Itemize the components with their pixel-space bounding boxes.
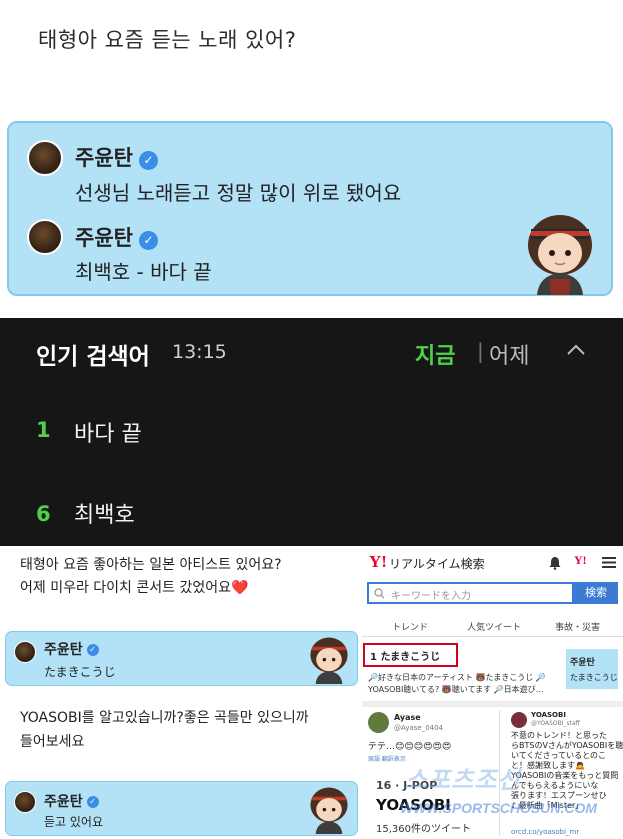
tweet-handle: @Ayase_0404 — [394, 724, 444, 732]
avatar — [27, 219, 63, 255]
tweet-link[interactable]: orcd.co/yoasobi_mr — [511, 828, 579, 836]
menu-icon[interactable] — [602, 556, 616, 569]
reply-card: 주윤탄 ✓ 선생님 노래듣고 정말 많이 위로 됐어요 주윤탄 ✓ 최백호 - 바다… — [7, 121, 613, 296]
tweet-handle: @YOASOBI_staff — [531, 720, 580, 727]
tweet-count: 15,360件のツイート — [376, 824, 471, 835]
question-text: YOASOBI를 알고있습니까?좋은 곡들만 있으니까 — [20, 710, 309, 726]
avatar — [14, 791, 36, 813]
thumb-username: 주윤탄 — [570, 658, 595, 668]
tweet-line: YOASOBIの音楽をもっと質問 — [511, 771, 619, 780]
search-input[interactable]: キーワードを入力 — [367, 582, 574, 604]
trending-word[interactable]: 바다 끝 — [74, 416, 142, 448]
search-placeholder: キーワードを入力 — [391, 591, 471, 602]
yahoo-logo-small[interactable]: Y! — [574, 553, 587, 568]
question-text: 어제 미우라 다이치 콘서트 갔었어요❤️ — [20, 580, 249, 596]
tweet-username: Ayase — [394, 713, 421, 722]
trending-time: 13:15 — [172, 341, 227, 363]
trending-rank: 6 — [36, 502, 51, 526]
verified-badge-icon: ✓ — [138, 231, 158, 250]
tweet-line: んでもらえるようにいな — [511, 781, 599, 790]
username: 주윤탄 — [75, 226, 133, 250]
divider — [362, 636, 623, 637]
tweet-text: 不意のトレンド！と思った らBTSのVさんがYOASOBIを聴 いてくださってい… — [511, 731, 623, 811]
watermark-brand: 스포츠조선 — [405, 767, 521, 794]
trend-snippet: YOASOBI聴いてる? 🐻聴いてます 🔎日本遊び… — [368, 685, 544, 694]
tab-popular-tweets[interactable]: 人気ツイート — [467, 620, 521, 633]
trend-item-title[interactable]: 1 たまきこうじ — [370, 648, 440, 663]
character-sticker-icon — [310, 637, 348, 684]
tweet-text: テテ…😊😊😊😍😍😍 — [368, 742, 452, 752]
username-row: 주윤탄 ✓ — [44, 639, 99, 659]
tab-separator: | — [477, 339, 484, 363]
message-text: 선생님 노래듣고 정말 많이 위로 됐어요 — [75, 181, 402, 205]
thumb-text: たまきこうじ — [570, 673, 618, 682]
message-text: 듣고 있어요 — [44, 815, 104, 829]
character-sticker-icon — [528, 215, 592, 295]
username-row: 주윤탄 ✓ — [44, 791, 99, 811]
tweet-line: 不意のトレンド！と思った — [511, 731, 607, 740]
trending-word[interactable]: 최백호 — [74, 497, 135, 529]
avatar — [368, 712, 389, 733]
trend-snippet: 🔎好きな日本のアーティスト 🐻たまきこうじ 🔎 — [368, 673, 546, 682]
tweet-username: YOASOBI — [531, 711, 566, 719]
message-text: 최백호 - 바다 끝 — [75, 260, 212, 284]
tweet-line: と！感謝致します🙇 — [511, 761, 585, 770]
verified-badge-icon: ✓ — [86, 795, 99, 808]
tweet-line: いてくださっているとのこ — [511, 751, 607, 760]
reply-card: 주윤탄 ✓ たまきこうじ — [5, 631, 358, 686]
username: 주윤탄 — [75, 146, 133, 170]
tab-yesterday[interactable]: 어제 — [489, 338, 529, 370]
reply-card: 주윤탄 ✓ 듣고 있어요 — [5, 781, 358, 836]
avatar — [27, 140, 63, 176]
question-text: 들어보세요 — [20, 734, 85, 750]
avatar — [14, 641, 36, 663]
question-text: 태형아 요즘 좋아하는 일본 아티스트 있어요? — [20, 557, 282, 573]
divider — [362, 701, 623, 707]
tab-accidents[interactable]: 事故・災害 — [555, 620, 600, 633]
message-text: たまきこうじ — [44, 665, 116, 679]
question-text: 태형아 요즘 듣는 노래 있어? — [38, 28, 297, 52]
username-row: 주윤탄 ✓ — [75, 142, 158, 172]
chevron-up-icon[interactable] — [566, 340, 586, 360]
verified-badge-icon: ✓ — [138, 151, 158, 170]
username-row: 주윤탄 ✓ — [75, 222, 158, 252]
tab-trend[interactable]: トレンド — [392, 620, 428, 633]
tweet-line: らBTSのVさんがYOASOBIを聴 — [511, 741, 623, 750]
avatar — [511, 712, 527, 728]
verified-badge-icon: ✓ — [86, 643, 99, 656]
tab-now[interactable]: 지금 — [415, 338, 455, 370]
watermark-url: WWW.SPORTSCHOSUN.COM — [400, 800, 598, 816]
username: 주윤탄 — [44, 794, 83, 810]
search-button[interactable]: 検索 — [574, 582, 618, 604]
character-sticker-icon — [310, 787, 348, 834]
trending-title: 인기 검색어 — [36, 344, 150, 370]
search-icon — [374, 588, 385, 599]
yahoo-title: リアルタイム検索 — [389, 557, 485, 571]
translate-link[interactable]: 原語 翻訳表示 — [368, 754, 406, 763]
trending-rank: 1 — [36, 418, 51, 442]
username: 주윤탄 — [44, 642, 83, 658]
bell-icon[interactable] — [548, 556, 562, 570]
trend-thumbnail: 주윤탄 たまきこうじ — [566, 649, 618, 689]
yahoo-logo[interactable]: Y! — [369, 552, 387, 572]
